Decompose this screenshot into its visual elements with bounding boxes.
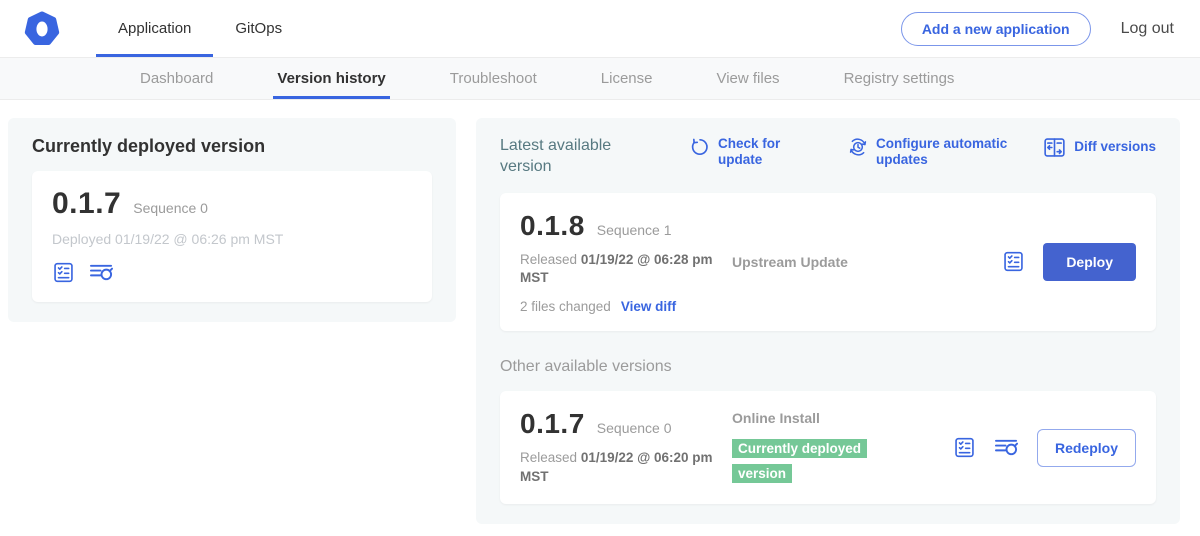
- preflight-checks-icon[interactable]: [52, 261, 75, 284]
- diff-icon: [1043, 137, 1066, 158]
- section-nav: Dashboard Version history Troubleshoot L…: [0, 57, 1200, 100]
- currently-deployed-title: Currently deployed version: [32, 136, 432, 157]
- latest-sequence: Sequence 1: [597, 222, 672, 238]
- other-sequence: Sequence 0: [597, 420, 672, 436]
- other-released-date: Released 01/19/22 @ 06:20 pm MST: [520, 449, 720, 487]
- latest-version-row: 0.1.8 Sequence 1 Released 01/19/22 @ 06:…: [500, 193, 1156, 332]
- subnav-item-registry-settings[interactable]: Registry settings: [844, 58, 955, 99]
- other-available-versions-heading: Other available versions: [500, 358, 1156, 376]
- subnav-item-troubleshoot[interactable]: Troubleshoot: [450, 58, 537, 99]
- preflight-checks-icon[interactable]: [1002, 250, 1025, 273]
- deployed-version-number: 0.1.7: [52, 187, 121, 221]
- tab-gitops-label: GitOps: [235, 20, 282, 37]
- view-deploy-logs-icon[interactable]: [994, 436, 1019, 459]
- subnav-item-version-history[interactable]: Version history: [277, 58, 385, 99]
- view-deploy-logs-icon[interactable]: [89, 261, 114, 284]
- deployed-date: Deployed 01/19/22 @ 06:26 pm MST: [52, 231, 412, 247]
- main-content: Currently deployed version 0.1.7 Sequenc…: [0, 100, 1200, 524]
- latest-released-date: Released 01/19/22 @ 06:28 pm MST: [520, 251, 720, 289]
- diff-versions-button[interactable]: Diff versions: [1043, 136, 1156, 158]
- configure-automatic-updates-button[interactable]: Configure automatic updates: [848, 136, 1020, 168]
- deploy-button[interactable]: Deploy: [1043, 243, 1136, 281]
- available-versions-card: Latest available version Check for updat…: [476, 118, 1180, 524]
- other-version-source: Online Install: [732, 410, 953, 426]
- other-version-number: 0.1.7: [520, 408, 585, 440]
- deployed-sequence: Sequence 0: [133, 200, 208, 216]
- subnav-item-dashboard[interactable]: Dashboard: [140, 58, 213, 99]
- auto-update-clock-icon: [848, 137, 868, 157]
- latest-version-source: Upstream Update: [732, 254, 1002, 270]
- preflight-checks-icon[interactable]: [953, 436, 976, 459]
- files-changed-line: 2 files changed View diff: [520, 299, 732, 314]
- check-for-update-button[interactable]: Check for update: [690, 136, 786, 168]
- diff-versions-label: Diff versions: [1074, 139, 1156, 155]
- redeploy-button[interactable]: Redeploy: [1037, 429, 1136, 467]
- configure-automatic-updates-label: Configure automatic updates: [876, 136, 1020, 168]
- latest-available-title: Latest available version: [500, 136, 640, 178]
- add-new-application-button[interactable]: Add a new application: [901, 12, 1091, 46]
- tab-application-label: Application: [118, 20, 191, 37]
- check-for-update-label: Check for update: [718, 136, 786, 168]
- files-changed-count: 2 files changed: [520, 299, 611, 314]
- deployed-version-box: 0.1.7 Sequence 0 Deployed 01/19/22 @ 06:…: [32, 171, 432, 302]
- other-version-row: 0.1.7 Sequence 0 Released 01/19/22 @ 06:…: [500, 391, 1156, 504]
- refresh-icon: [690, 137, 710, 157]
- top-bar: Application GitOps Add a new application…: [0, 0, 1200, 57]
- logout-link[interactable]: Log out: [1121, 20, 1174, 38]
- app-tabs: Application GitOps: [96, 0, 304, 57]
- currently-deployed-badge: Currently deployed version: [732, 439, 867, 483]
- tab-gitops[interactable]: GitOps: [213, 0, 304, 57]
- currently-deployed-card: Currently deployed version 0.1.7 Sequenc…: [8, 118, 456, 322]
- subnav-item-view-files[interactable]: View files: [716, 58, 779, 99]
- app-logo-icon: [24, 11, 60, 47]
- subnav-item-license[interactable]: License: [601, 58, 653, 99]
- currently-deployed-badge-wrap: Currently deployed version: [732, 436, 902, 485]
- view-diff-link[interactable]: View diff: [621, 299, 676, 314]
- tab-application[interactable]: Application: [96, 0, 213, 57]
- latest-version-number: 0.1.8: [520, 210, 585, 242]
